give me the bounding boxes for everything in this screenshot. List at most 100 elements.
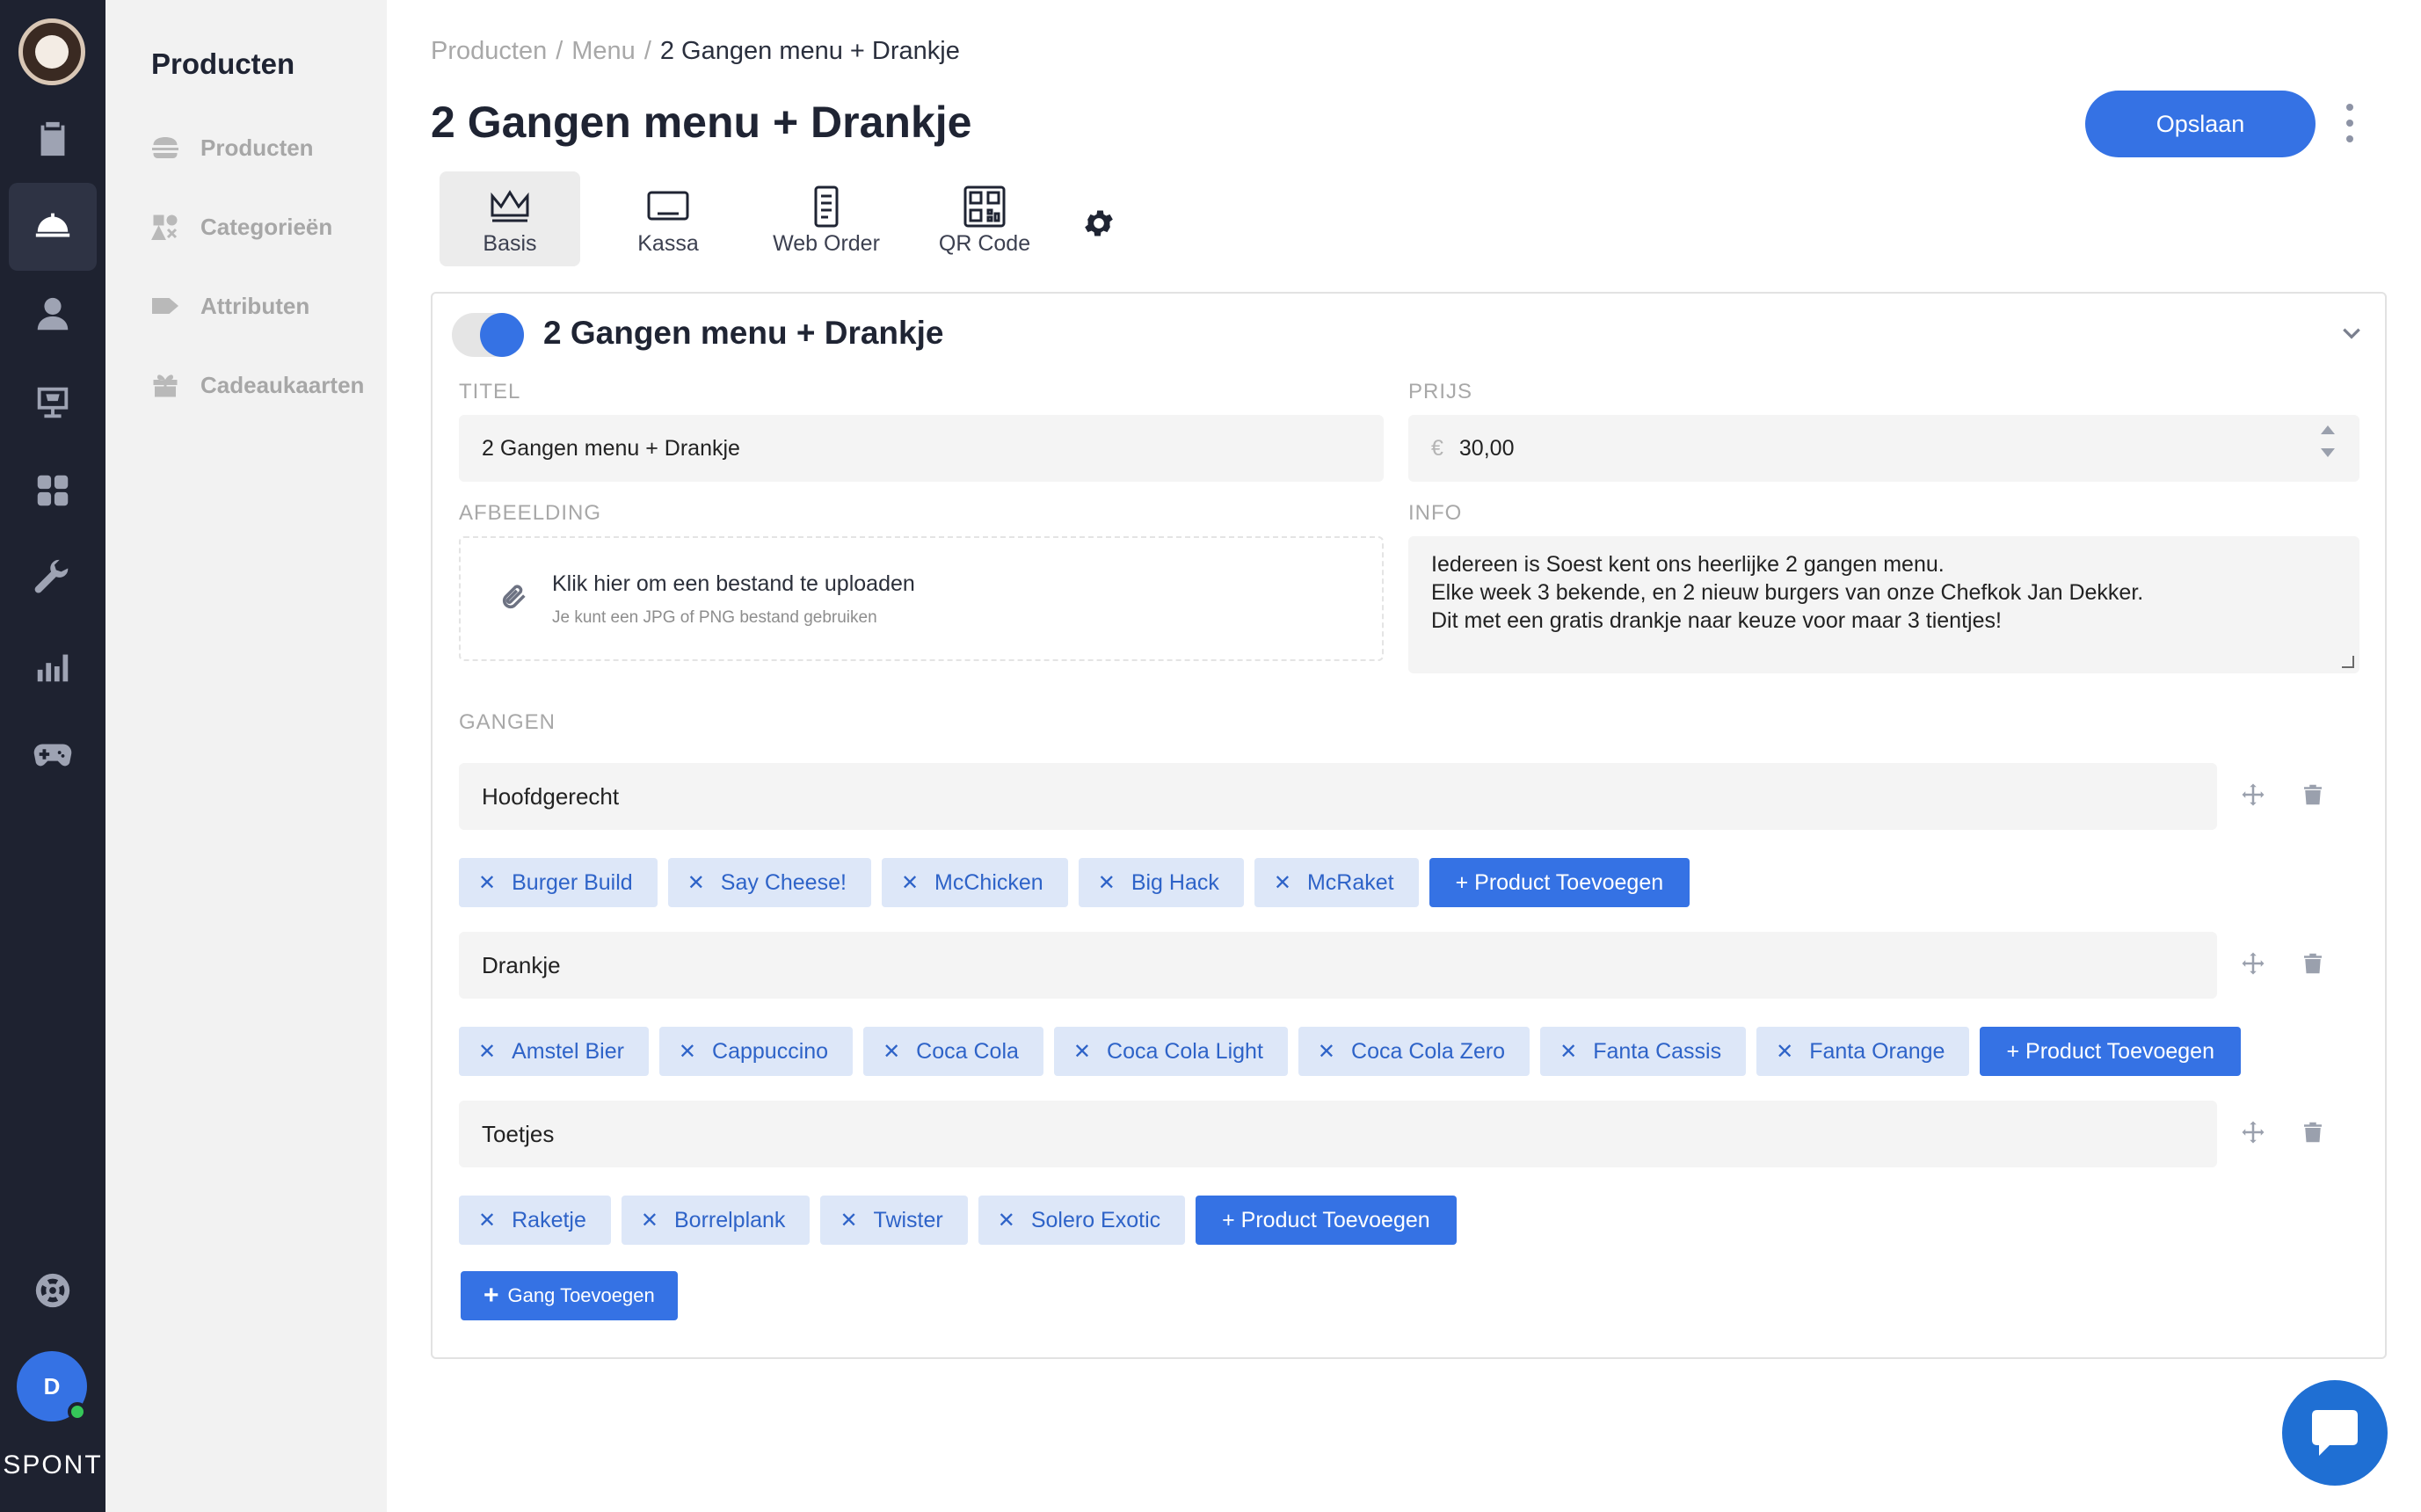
product-chip[interactable]: ✕ Amstel Bier	[459, 1027, 649, 1076]
chip-label: Solero Exotic	[1030, 1207, 1161, 1232]
product-chip[interactable]: ✕ Coca Cola Zero	[1298, 1027, 1530, 1076]
more-options-icon[interactable]	[2340, 104, 2359, 142]
bar-chart-icon[interactable]	[9, 622, 97, 710]
info-line: Elke week 3 bekende, en 2 nieuw burgers …	[1431, 580, 2144, 605]
prijs-label: PRIJS	[1408, 380, 1473, 403]
tab-kassa[interactable]: Kassa	[598, 171, 738, 266]
stepper-down-icon[interactable]	[2321, 448, 2335, 457]
settings-gear-icon[interactable]	[1081, 206, 1116, 241]
add-product-button[interactable]: + Product Toevoegen	[1196, 1196, 1457, 1245]
trash-icon[interactable]	[2300, 1119, 2326, 1145]
remove-icon[interactable]: ✕	[687, 870, 705, 896]
tab-web-order[interactable]: Web Order	[756, 171, 897, 266]
gamepad-icon[interactable]	[9, 710, 97, 798]
subnav-item-cadeaukaarten[interactable]: Cadeaukaarten	[149, 369, 364, 401]
product-enabled-toggle[interactable]	[452, 313, 524, 357]
lifebuoy-icon[interactable]	[9, 1247, 97, 1334]
remove-icon[interactable]: ✕	[679, 1039, 696, 1065]
product-chip[interactable]: ✕ Burger Build	[459, 858, 658, 907]
move-icon[interactable]	[2240, 781, 2266, 808]
product-chip[interactable]: ✕ Fanta Orange	[1756, 1027, 1970, 1076]
subnav-item-label: Cadeaukaarten	[200, 371, 365, 398]
remove-icon[interactable]: ✕	[478, 1039, 496, 1065]
titel-input[interactable]: 2 Gangen menu + Drankje	[459, 415, 1384, 482]
add-product-button[interactable]: + Product Toevoegen	[1980, 1027, 2241, 1076]
titel-value: 2 Gangen menu + Drankje	[482, 435, 740, 461]
remove-icon[interactable]: ✕	[1318, 1039, 1335, 1065]
product-chip[interactable]: ✕ Say Cheese!	[667, 858, 871, 907]
info-textarea[interactable]: Iedereen is Soest kent ons heerlijke 2 g…	[1408, 536, 2359, 673]
chevron-down-icon[interactable]	[2340, 322, 2363, 345]
move-icon[interactable]	[2240, 950, 2266, 977]
stepper-up-icon[interactable]	[2321, 425, 2335, 434]
product-chip[interactable]: ✕ Solero Exotic	[978, 1196, 1186, 1245]
product-chip[interactable]: ✕ Raketje	[459, 1196, 611, 1245]
product-chip[interactable]: ✕ Fanta Cassis	[1540, 1027, 1747, 1076]
wrench-icon[interactable]	[9, 534, 97, 622]
product-chip[interactable]: ✕ Twister	[820, 1196, 968, 1245]
product-chip[interactable]: ✕ Borrelplank	[621, 1196, 811, 1245]
cloche-icon[interactable]	[9, 183, 97, 271]
restaurant-logo[interactable]	[18, 18, 85, 85]
titel-label: TITEL	[459, 380, 521, 403]
clipboard-icon[interactable]	[9, 95, 97, 183]
price-stepper[interactable]	[2321, 425, 2335, 457]
grid-icon[interactable]	[9, 447, 97, 534]
product-chip[interactable]: ✕ McChicken	[881, 858, 1068, 907]
gang-name-input[interactable]: Toetjes	[459, 1101, 2217, 1167]
tab-qr-code[interactable]: QR Code	[914, 171, 1055, 266]
product-chip[interactable]: ✕ Big Hack	[1078, 858, 1244, 907]
remove-icon[interactable]: ✕	[478, 1208, 496, 1233]
subnav-item-attributen[interactable]: Attributen	[149, 290, 309, 322]
remove-icon[interactable]: ✕	[1098, 870, 1116, 896]
user-icon[interactable]	[9, 271, 97, 359]
remove-icon[interactable]: ✕	[478, 870, 496, 896]
subnav-item-label: Categorieën	[200, 213, 333, 240]
resize-handle[interactable]	[2342, 656, 2354, 668]
chip-label: Coca Cola Zero	[1351, 1038, 1506, 1064]
product-chip[interactable]: ✕ Coca Cola Light	[1053, 1027, 1288, 1076]
subnav-item-label: Attributen	[200, 292, 310, 319]
add-product-button[interactable]: + Product Toevoegen	[1429, 858, 1690, 907]
remove-icon[interactable]: ✕	[1776, 1039, 1793, 1065]
chat-support-button[interactable]	[2282, 1380, 2388, 1486]
subnav-title: Producten	[151, 47, 295, 80]
add-gang-button[interactable]: + Gang Toevoegen	[461, 1271, 678, 1320]
remove-icon[interactable]: ✕	[840, 1208, 857, 1233]
gang-name-input[interactable]: Hoofdgerecht	[459, 763, 2217, 830]
product-chip[interactable]: ✕ Cappuccino	[658, 1027, 854, 1076]
trash-icon[interactable]	[2300, 781, 2326, 808]
save-button[interactable]: Opslaan	[2085, 91, 2316, 157]
icon-rail: D SPONT	[0, 0, 105, 1512]
remove-icon[interactable]: ✕	[641, 1208, 658, 1233]
move-icon[interactable]	[2240, 1119, 2266, 1145]
gang-name-input[interactable]: Drankje	[459, 932, 2217, 999]
chip-label: Cappuccino	[712, 1038, 829, 1064]
subnav-item-producten[interactable]: Producten	[149, 132, 314, 164]
product-chip[interactable]: ✕ Coca Cola	[863, 1027, 1043, 1076]
chat-bubble-icon	[2312, 1410, 2358, 1456]
breadcrumb-link-menu[interactable]: Menu	[571, 37, 636, 65]
remove-icon[interactable]: ✕	[901, 870, 919, 896]
chip-label: Big Hack	[1131, 869, 1219, 895]
product-chip[interactable]: ✕ McRaket	[1254, 858, 1419, 907]
tab-basis[interactable]: Basis	[440, 171, 580, 266]
breadcrumb-separator: /	[556, 37, 563, 65]
prijs-input[interactable]: € 30,00	[1408, 415, 2359, 482]
image-upload-dropzone[interactable]: Klik hier om een bestand te uploaden Je …	[459, 536, 1384, 661]
remove-icon[interactable]: ✕	[998, 1208, 1015, 1233]
chip-label: Twister	[873, 1207, 943, 1232]
kiosk-icon[interactable]	[9, 359, 97, 447]
remove-icon[interactable]: ✕	[1274, 870, 1291, 896]
remove-icon[interactable]: ✕	[883, 1039, 900, 1065]
tab-label: QR Code	[938, 231, 1031, 256]
subnav-item-categorieen[interactable]: Categorieën	[149, 211, 332, 243]
remove-icon[interactable]: ✕	[1559, 1039, 1577, 1065]
breadcrumb-link-producten[interactable]: Producten	[431, 37, 547, 65]
remove-icon[interactable]: ✕	[1073, 1039, 1091, 1065]
tab-label: Basis	[483, 231, 537, 256]
chip-label: Coca Cola Light	[1107, 1038, 1263, 1064]
upload-hint: Je kunt een JPG of PNG bestand gebruiken	[552, 608, 877, 627]
trash-icon[interactable]	[2300, 950, 2326, 977]
sub-navigation: Producten Producten Categorieën Attribut…	[105, 0, 387, 1512]
